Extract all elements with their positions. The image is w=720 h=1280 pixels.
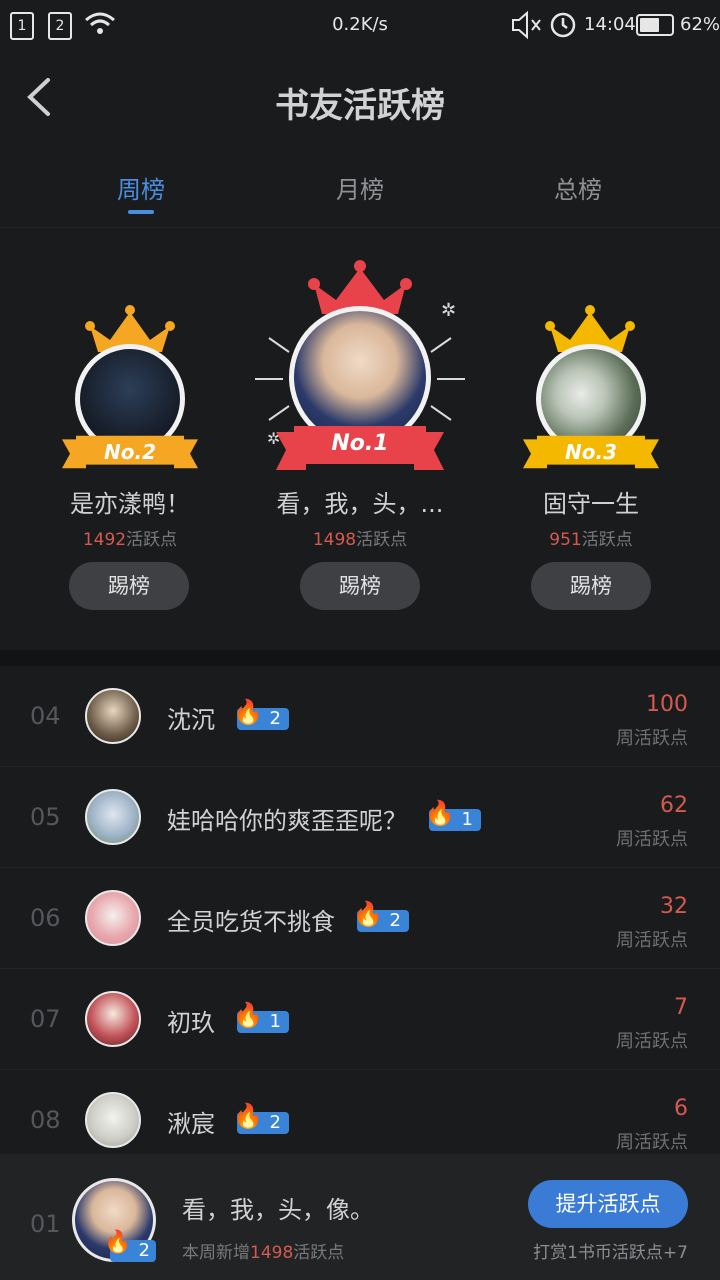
header: 书友活跃榜 [0, 52, 720, 148]
podium-name: 看，我，头，... [276, 490, 444, 518]
points-unit: 周活跃点 [616, 930, 688, 951]
kick-button[interactable]: 踢榜 [531, 562, 651, 610]
level-badge: 🔥 1 [425, 799, 481, 831]
podium-points: 951活跃点 [549, 530, 633, 550]
status-bar: 1 2 0.2K/s 14:04 62% [0, 0, 720, 52]
podium-points: 1492活跃点 [82, 530, 178, 550]
points-value: 6 [674, 1096, 688, 1121]
points-value: 7 [674, 995, 688, 1020]
rank-number: 04 [30, 702, 61, 730]
avatar[interactable] [85, 789, 141, 845]
points-value: 32 [660, 894, 688, 919]
page-title: 书友活跃榜 [275, 86, 445, 126]
podium-name: 固守一生 [543, 490, 639, 518]
rank-number: 01 [30, 1210, 61, 1238]
kick-button[interactable]: 踢榜 [69, 562, 189, 610]
avatar[interactable] [85, 991, 141, 1047]
list-item[interactable]: 06 全员吃货不挑食 🔥 2 32 周活跃点 [0, 868, 720, 969]
user-name: 娃哈哈你的爽歪歪呢？ 🔥 1 [167, 799, 481, 836]
rank-number: 06 [30, 904, 61, 932]
level-badge: 🔥 1 [233, 1001, 289, 1033]
flame-icon: 🔥 [425, 799, 455, 827]
mute-icon [510, 10, 544, 46]
user-name: 湫宸 🔥 2 [167, 1102, 289, 1139]
points-unit: 周活跃点 [616, 728, 688, 749]
level-badge: 🔥 2 [233, 1102, 289, 1134]
list-item[interactable]: 07 初玖 🔥 1 7 周活跃点 [0, 969, 720, 1070]
avatar[interactable] [85, 890, 141, 946]
podium: No.2 是亦漾鸭！ 1492活跃点 踢榜 ✲ ✲ No.1 看，我，头，...… [0, 228, 720, 650]
rank-ribbon: No.2 [62, 434, 198, 474]
list-item[interactable]: 04 沈沉 🔥 2 100 周活跃点 [0, 666, 720, 767]
podium-points: 1498活跃点 [312, 530, 408, 550]
flame-icon: 🔥 [104, 1230, 132, 1255]
kick-button[interactable]: 踢榜 [300, 562, 420, 610]
tip-hint: 打赏1书币活跃点+7 [533, 1243, 688, 1263]
flame-icon: 🔥 [233, 698, 263, 726]
rank-number: 08 [30, 1106, 61, 1134]
rank-ribbon: No.3 [523, 434, 659, 474]
flame-icon: 🔥 [233, 1102, 263, 1130]
avatar[interactable] [85, 688, 141, 744]
rank-ribbon: No.1 [276, 424, 444, 474]
rank-label: No.1 [331, 431, 389, 456]
avatar[interactable] [85, 1092, 141, 1148]
flame-icon: 🔥 [233, 1001, 263, 1029]
battery-percent: 62% [680, 14, 720, 35]
ranking-list: 04 沈沉 🔥 2 100 周活跃点 05 娃哈哈你的爽歪歪呢？ 🔥 1 62 周活跃点… [0, 666, 720, 1171]
rank-label: No.3 [565, 440, 617, 464]
battery-icon [636, 14, 674, 36]
weekly-gain: 本周新增1498活跃点 [182, 1243, 345, 1263]
level-badge: 🔥 2 [104, 1230, 156, 1262]
list-item[interactable]: 05 娃哈哈你的爽歪歪呢？ 🔥 1 62 周活跃点 [0, 767, 720, 868]
tab-bar: 周榜 月榜 总榜 [0, 148, 720, 228]
user-name: 全员吃货不挑食 🔥 2 [167, 900, 409, 937]
level-badge: 🔥 2 [233, 698, 289, 730]
podium-name: 是亦漾鸭！ [70, 490, 190, 518]
points-value: 100 [646, 692, 688, 717]
divider [0, 650, 720, 666]
points-unit: 周活跃点 [616, 1132, 688, 1153]
points-unit: 周活跃点 [616, 1031, 688, 1052]
level-badge: 🔥 2 [353, 900, 409, 932]
flame-icon: 🔥 [353, 900, 383, 928]
svg-text:✲: ✲ [441, 300, 456, 321]
boost-points-button[interactable]: 提升活跃点 [528, 1180, 688, 1228]
points-unit: 周活跃点 [616, 829, 688, 850]
rank-number: 07 [30, 1005, 61, 1033]
user-name: 沈沉 🔥 2 [167, 698, 289, 735]
clock-time: 14:04 [584, 14, 636, 35]
points-value: 62 [660, 793, 688, 818]
user-name: 看，我，头，像。 [182, 1196, 374, 1224]
tab-monthly[interactable]: 月榜 [300, 170, 420, 205]
my-rank-bar: 01 🔥 2 看，我，头，像。 本周新增1498活跃点 提升活跃点 打赏1书币活跃… [0, 1154, 720, 1280]
tab-total[interactable]: 总榜 [518, 170, 638, 205]
tab-indicator [128, 210, 154, 214]
rank-label: No.2 [104, 440, 156, 464]
alarm-icon [548, 9, 578, 45]
user-name: 初玖 🔥 1 [167, 1001, 289, 1038]
tab-weekly[interactable]: 周榜 [81, 170, 201, 205]
rank-number: 05 [30, 803, 61, 831]
